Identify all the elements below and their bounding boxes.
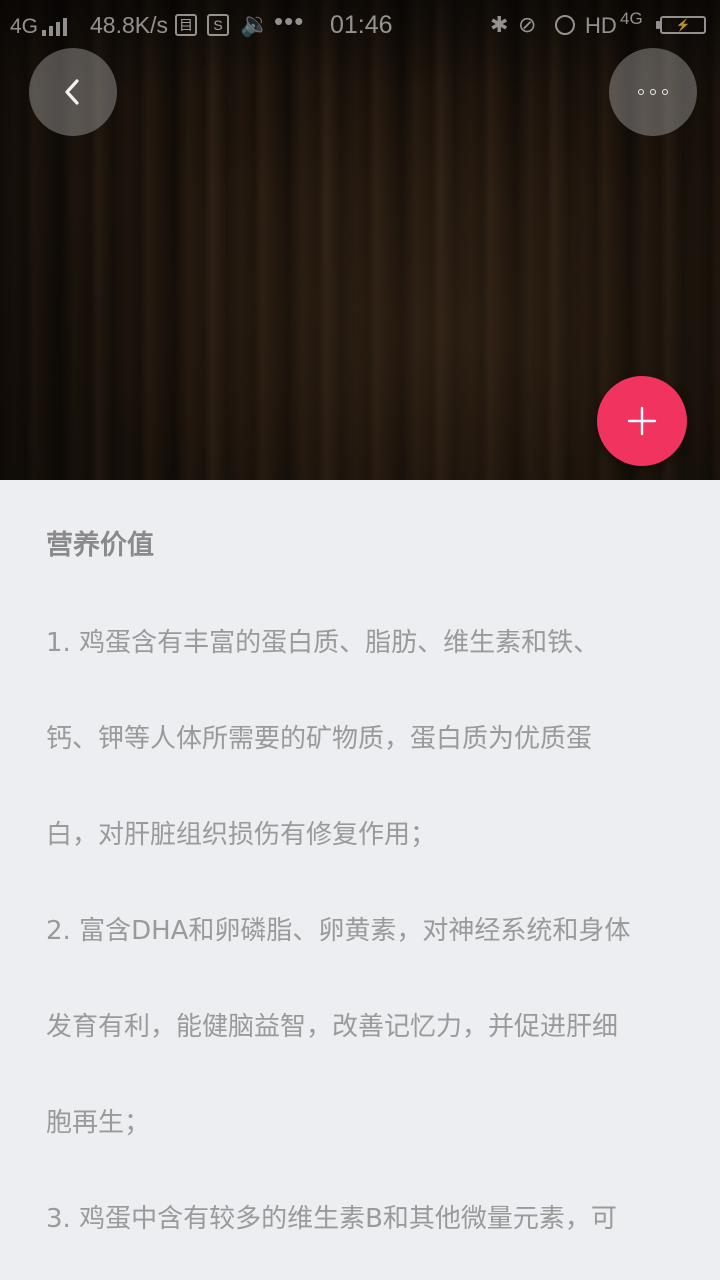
s-notification-icon: S [207, 14, 229, 36]
body-line: 1. 鸡蛋含有丰富的蛋白质、脂肪、维生素和铁、 [46, 628, 600, 658]
article-content: 营养价值 1. 鸡蛋含有丰富的蛋白质、脂肪、维生素和铁、 钙、钾等人体所需要的矿… [0, 480, 720, 1280]
body-line: 白，对肝脏组织损伤有修复作用； [46, 820, 437, 850]
plus-icon [627, 406, 657, 436]
body-line: 3. 鸡蛋中含有较多的维生素B和其他微量元素，可 [46, 1204, 617, 1234]
speaker-icon: 🔉 [240, 11, 270, 38]
chevron-left-icon [65, 79, 79, 105]
add-button[interactable] [597, 376, 687, 466]
body-line: 2. 富含DHA和卵磷脂、卵黄素，对神经系统和身体 [46, 916, 631, 946]
network-type-secondary: 4G [620, 9, 643, 28]
signal-icon [42, 16, 74, 36]
body-line: 发育有利，能健脑益智，改善记忆力，并促进肝细 [46, 1012, 619, 1042]
charging-icon: ⚡ [675, 18, 691, 32]
battery-icon: ⚡ [656, 16, 706, 34]
clock: 01:46 [330, 11, 393, 39]
bluetooth-icon: ✱ [490, 12, 509, 37]
back-button[interactable] [29, 48, 117, 136]
app-notification-icon: 目 [175, 14, 197, 36]
hd-indicator: HD [585, 13, 617, 38]
more-notifications-icon: ••• [274, 6, 305, 36]
section-title: 营养价值 [46, 530, 154, 561]
alarm-icon [555, 15, 575, 35]
body-line: 钙、钾等人体所需要的矿物质，蛋白质为优质蛋 [46, 724, 593, 754]
status-bar: 4G 48.8K/s 目 S 🔉 ••• 01:46 ✱ ⊘ HD 4G ⚡ [0, 0, 720, 50]
mute-icon: ⊘ [518, 12, 537, 37]
body-line: 胞再生； [46, 1108, 151, 1138]
article-body: 1. 鸡蛋含有丰富的蛋白质、脂肪、维生素和铁、 钙、钾等人体所需要的矿物质，蛋白… [46, 618, 686, 1280]
more-dots-icon [638, 89, 668, 95]
network-speed: 48.8K/s [90, 12, 168, 38]
network-type: 4G [10, 15, 39, 38]
more-button[interactable] [609, 48, 697, 136]
